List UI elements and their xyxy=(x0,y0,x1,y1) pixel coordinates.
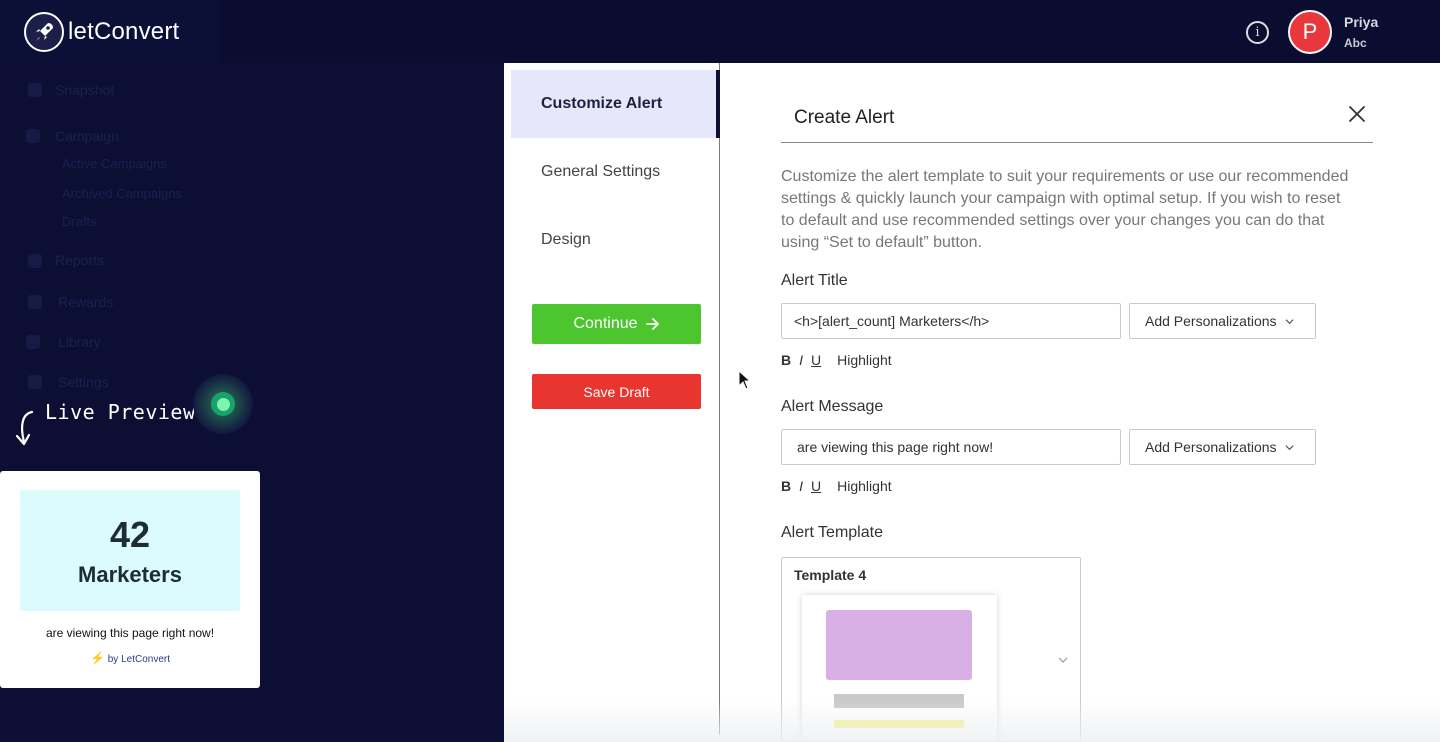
preview-card: 42 Marketers are viewing this page right… xyxy=(0,471,260,688)
alert-title-input[interactable] xyxy=(781,303,1121,339)
step-label: General Settings xyxy=(541,163,661,180)
save-draft-button[interactable]: Save Draft xyxy=(532,374,701,409)
alert-title-personalizations-dropdown[interactable]: Add Personalizations xyxy=(1129,303,1316,339)
step-customize-alert[interactable]: Customize Alert xyxy=(511,70,720,138)
continue-button[interactable]: Continue xyxy=(532,304,701,344)
snapshot-icon xyxy=(28,83,42,97)
chevron-down-icon[interactable] xyxy=(1058,655,1068,665)
bolt-icon: ⚡ xyxy=(90,651,105,665)
alert-message-label: Alert Message xyxy=(781,398,884,415)
create-alert-modal: Customize Alert General Settings Design … xyxy=(504,63,1440,742)
settings-icon xyxy=(28,375,42,389)
italic-button[interactable]: I xyxy=(799,478,803,494)
library-icon xyxy=(26,335,40,349)
sidebar-item-library[interactable]: Library xyxy=(58,334,101,350)
user-org[interactable]: Abc xyxy=(1344,36,1367,50)
preview-title: Marketers xyxy=(78,562,182,587)
underline-button[interactable]: U xyxy=(811,478,821,494)
top-bar: letConvert i P Priya Abc xyxy=(0,0,1440,63)
italic-button[interactable]: I xyxy=(799,352,803,368)
avatar[interactable]: P xyxy=(1288,10,1332,54)
info-icon[interactable]: i xyxy=(1246,21,1269,44)
sidebar-item-reports[interactable]: Reports xyxy=(55,252,104,268)
continue-label: Continue xyxy=(573,315,638,332)
alert-title-label: Alert Title xyxy=(781,272,848,289)
alert-title-format-toolbar: B I U Highlight xyxy=(781,352,900,368)
sidebar-item-archived-campaigns[interactable]: Archived Campaigns xyxy=(62,186,182,201)
alert-message-format-toolbar: B I U Highlight xyxy=(781,478,900,494)
preview-brand: ⚡ by LetConvert xyxy=(0,651,260,665)
sidebar-item-drafts[interactable]: Drafts xyxy=(62,214,97,229)
step-label: Design xyxy=(541,231,591,248)
campaign-icon xyxy=(26,129,40,143)
live-preview-label: Live Preview xyxy=(45,400,196,424)
underline-button[interactable]: U xyxy=(811,352,821,368)
sidebar-item-snapshot[interactable]: Snapshot xyxy=(55,82,114,98)
logo-text: letConvert xyxy=(68,17,180,45)
alert-form: Create Alert Customize the alert templat… xyxy=(781,63,1373,742)
rocket-icon xyxy=(24,11,64,52)
avatar-initial: P xyxy=(1302,19,1318,44)
mouse-cursor-icon xyxy=(738,370,752,390)
steps-panel: Customize Alert General Settings Design … xyxy=(504,63,720,735)
close-icon[interactable] xyxy=(1348,105,1366,123)
sidebar-item-settings[interactable]: Settings xyxy=(58,374,109,390)
preview-hero: 42 Marketers xyxy=(20,490,240,611)
thumbnail-hero xyxy=(826,610,972,680)
arrow-right-icon xyxy=(645,318,659,330)
rewards-icon xyxy=(28,295,42,309)
alert-message-personalizations-dropdown[interactable]: Add Personalizations xyxy=(1129,429,1316,465)
bold-button[interactable]: B xyxy=(781,352,791,368)
highlight-button[interactable]: Highlight xyxy=(837,352,891,368)
thumbnail-highlight-bar xyxy=(834,720,964,728)
preview-count: 42 xyxy=(109,514,151,555)
user-name[interactable]: Priya xyxy=(1344,14,1378,30)
dropdown-label: Add Personalizations xyxy=(1145,313,1277,329)
chevron-down-icon xyxy=(1285,318,1294,324)
alert-template-label: Alert Template xyxy=(781,524,883,541)
curved-arrow-icon xyxy=(15,410,34,446)
step-general-settings[interactable]: General Settings xyxy=(511,138,720,206)
sidebar-item-rewards[interactable]: Rewards xyxy=(58,294,113,310)
title-divider xyxy=(781,142,1373,143)
template-name: Template 4 xyxy=(794,567,867,583)
step-design[interactable]: Design xyxy=(511,206,720,274)
sidebar-item-active-campaigns[interactable]: Active Campaigns xyxy=(62,156,167,171)
template-thumbnail xyxy=(802,595,997,741)
reports-icon xyxy=(28,254,42,268)
dropdown-label: Add Personalizations xyxy=(1145,439,1277,455)
form-description: Customize the alert template to suit you… xyxy=(781,168,1349,251)
logo[interactable]: letConvert xyxy=(0,0,220,63)
step-label: Customize Alert xyxy=(541,95,663,112)
alert-message-input[interactable] xyxy=(781,429,1121,465)
bold-button[interactable]: B xyxy=(781,478,791,494)
preview-brand-text: by LetConvert xyxy=(107,654,170,665)
sidebar-item-campaign[interactable]: Campaign xyxy=(55,128,119,144)
preview-message: are viewing this page right now! xyxy=(45,626,215,640)
template-select[interactable]: Template 4 xyxy=(781,557,1081,742)
page-title: Create Alert xyxy=(794,107,895,128)
chevron-down-icon xyxy=(1285,444,1294,450)
thumbnail-text-bar xyxy=(834,694,964,708)
live-indicator-icon xyxy=(193,374,253,434)
highlight-button[interactable]: Highlight xyxy=(837,478,891,494)
